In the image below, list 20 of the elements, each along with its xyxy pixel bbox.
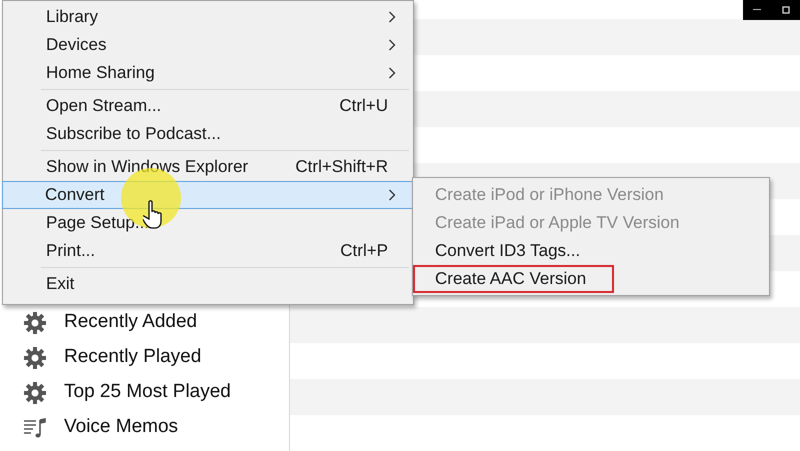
menu-item[interactable]: Convert ID3 Tags... (413, 237, 602, 265)
sidebar-item[interactable]: Recently Played (0, 340, 289, 375)
sidebar-item[interactable]: Top 25 Most Played (0, 375, 289, 410)
sidebar-item[interactable]: Voice Memos (0, 410, 289, 445)
gear-icon (23, 380, 47, 404)
menu-item[interactable]: Devices (3, 31, 413, 59)
menu-item[interactable]: Show in Windows Explorer Ctrl+Shift+R (3, 153, 413, 181)
menu-item[interactable]: Subscribe to Podcast... (3, 120, 413, 148)
menu-item[interactable]: Print... Ctrl+P (3, 237, 413, 265)
menu-item[interactable]: Library (3, 3, 413, 31)
restore-icon[interactable] (782, 6, 790, 14)
menu-item[interactable]: Home Sharing (3, 59, 413, 87)
gear-icon (23, 310, 47, 334)
minimize-icon[interactable] (753, 9, 762, 11)
menu-item[interactable]: Create AAC Version (413, 265, 614, 293)
menu-item[interactable]: Exit (3, 270, 413, 298)
music-list-icon (23, 416, 47, 440)
sidebar-item[interactable]: Recently Added (0, 305, 289, 340)
menu-item[interactable]: Open Stream... Ctrl+U (3, 92, 413, 120)
gear-icon (23, 346, 47, 370)
